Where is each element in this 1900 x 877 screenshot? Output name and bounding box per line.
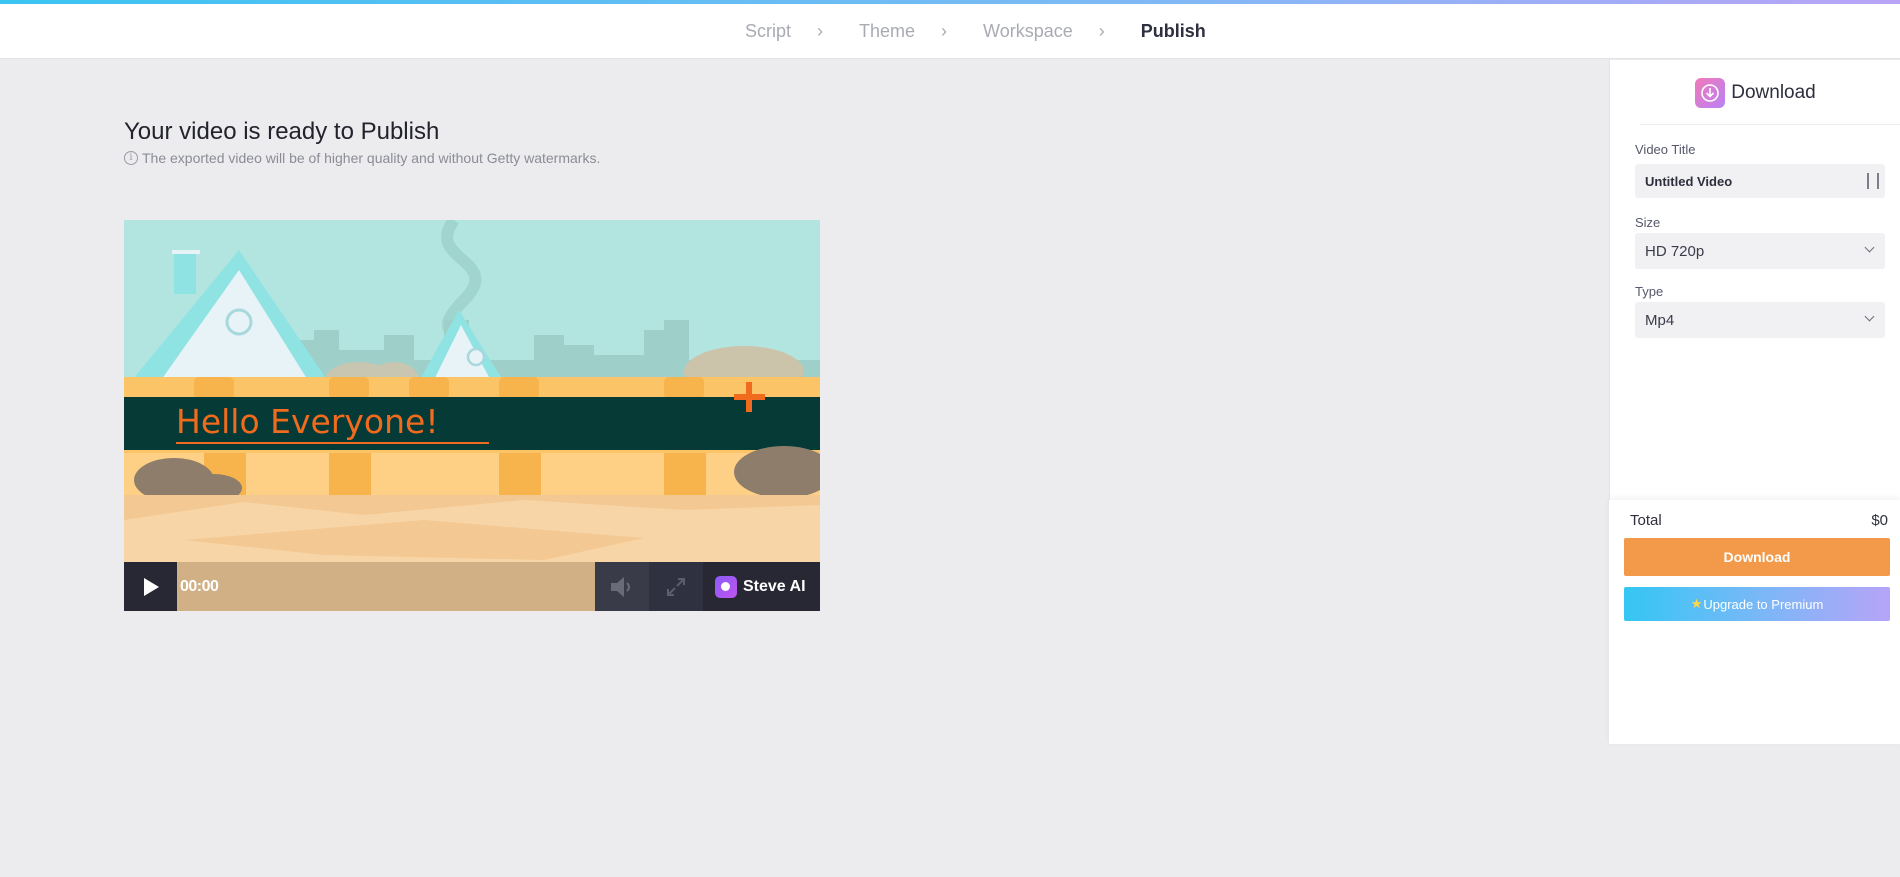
step-workspace[interactable]: Workspace: [983, 21, 1073, 42]
video-title-value: Untitled Video: [1645, 173, 1733, 189]
current-time: 00:00: [180, 578, 219, 595]
video-player[interactable]: Hello Everyone! 00:00 Steve AI: [124, 220, 820, 611]
expand-icon: [667, 577, 685, 596]
size-value: HD 720p: [1645, 242, 1705, 260]
video-title-label: Video Title: [1635, 142, 1696, 157]
checkout-card: Total $0 Download ★ Upgrade to Premium: [1609, 500, 1900, 744]
page-title: Your video is ready to Publish: [124, 118, 440, 145]
upgrade-premium-button[interactable]: ★ Upgrade to Premium: [1624, 587, 1890, 621]
step-script[interactable]: Script: [745, 21, 791, 42]
panel-header: Download: [1610, 60, 1900, 125]
speaker-icon: [611, 576, 630, 597]
steve-ai-logo-icon: [715, 575, 737, 598]
volume-button[interactable]: [595, 562, 649, 611]
download-icon: [1695, 77, 1726, 108]
play-button[interactable]: [124, 562, 177, 611]
info-icon: i: [124, 151, 138, 165]
chevron-right-icon: ›: [1098, 21, 1105, 41]
chevron-down-icon: [1864, 242, 1875, 253]
chevron-right-icon: ›: [817, 21, 824, 41]
type-label: Type: [1635, 284, 1664, 299]
chevron-down-icon: [1864, 311, 1875, 322]
download-button[interactable]: Download: [1624, 538, 1890, 576]
chevron-right-icon: ›: [941, 21, 948, 41]
export-notice-text: The exported video will be of higher qua…: [142, 150, 601, 166]
steve-ai-brand[interactable]: Steve AI: [703, 562, 820, 611]
text-cursor-icon: [1867, 173, 1879, 189]
panel-divider: [1640, 124, 1900, 125]
upgrade-premium-label: Upgrade to Premium: [1703, 596, 1824, 612]
step-theme[interactable]: Theme: [859, 21, 915, 42]
size-label: Size: [1635, 215, 1661, 230]
size-select[interactable]: HD 720p: [1635, 233, 1885, 269]
panel-title: Download: [1731, 81, 1816, 103]
star-icon: ★: [1690, 596, 1703, 611]
progress-bar[interactable]: [177, 562, 595, 611]
total-row: Total $0: [1630, 512, 1888, 529]
export-notice: i The exported video will be of higher q…: [124, 150, 600, 166]
video-frame: Hello Everyone!: [124, 220, 820, 611]
video-title-field[interactable]: Untitled Video: [1635, 164, 1885, 198]
step-publish[interactable]: Publish: [1141, 21, 1206, 42]
type-select[interactable]: Mp4: [1635, 302, 1885, 338]
play-icon: [143, 577, 159, 596]
brand-name: Steve AI: [743, 577, 806, 595]
player-controls: 00:00 Steve AI: [124, 562, 820, 611]
total-value: $0: [1871, 512, 1888, 529]
type-value: Mp4: [1645, 311, 1675, 329]
video-caption: Hello Everyone!: [176, 402, 439, 441]
total-label: Total: [1630, 512, 1662, 529]
step-breadcrumb: Script › Theme › Workspace › Publish: [745, 21, 1206, 42]
top-navigation: Script › Theme › Workspace › Publish: [0, 4, 1900, 59]
fullscreen-button[interactable]: [649, 562, 703, 611]
